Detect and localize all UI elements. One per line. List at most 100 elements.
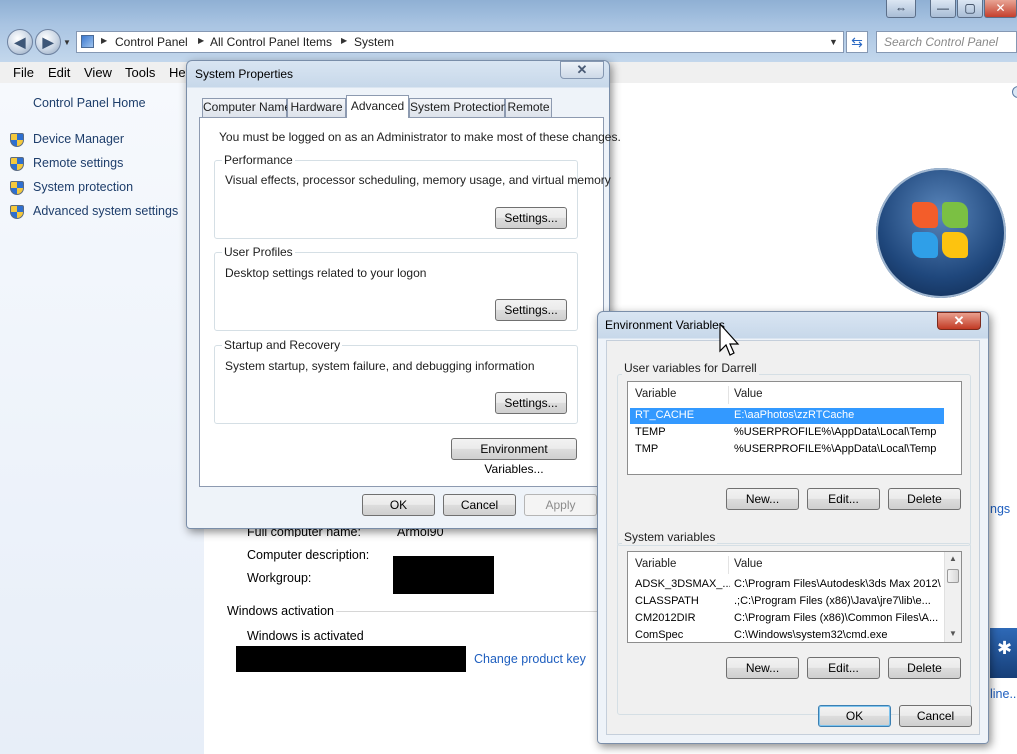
chevron-right-icon[interactable]: ▶: [101, 36, 107, 45]
close-button[interactable]: ✕: [560, 61, 604, 79]
system-protection-link[interactable]: System protection: [33, 180, 133, 194]
column-header-variable[interactable]: Variable: [635, 388, 676, 400]
user-variables-list[interactable]: Variable Value RT_CACHE E:\aaPhotos\zzRT…: [627, 381, 962, 475]
learn-more-online-link[interactable]: line..: [990, 687, 1016, 701]
startup-recovery-description: System startup, system failure, and debu…: [225, 359, 535, 373]
dialog-title: Environment Variables: [605, 318, 725, 332]
variable-name: ComSpec: [635, 629, 684, 641]
system-variable-row[interactable]: CM2012DIR C:\Program Files (x86)\Common …: [630, 611, 942, 627]
shield-icon: [10, 133, 24, 147]
scrollbar[interactable]: ▲ ▼: [944, 552, 961, 642]
variable-value: C:\Windows\system32\cmd.exe: [734, 629, 888, 641]
minimize-button[interactable]: —: [930, 0, 956, 18]
change-settings-link[interactable]: ngs: [990, 502, 1010, 516]
scroll-down-icon[interactable]: ▼: [949, 629, 957, 638]
recent-pages-dropdown-icon[interactable]: ▼: [63, 38, 71, 47]
menu-tools[interactable]: Tools: [125, 65, 155, 80]
refresh-icon[interactable]: ⇆: [846, 31, 868, 53]
env-cancel-button[interactable]: Cancel: [899, 705, 972, 727]
system-variable-row[interactable]: CLASSPATH .;C:\Program Files (x86)\Java\…: [630, 594, 942, 610]
variable-value: C:\Program Files (x86)\Common Files\A...: [734, 612, 939, 624]
section-divider: [336, 611, 598, 612]
breadcrumb-control-panel[interactable]: Control Panel: [115, 35, 188, 49]
search-input[interactable]: Search Control Panel: [876, 31, 1017, 53]
user-edit-button[interactable]: Edit...: [807, 488, 880, 510]
column-header-variable[interactable]: Variable: [635, 558, 676, 570]
cancel-button[interactable]: Cancel: [443, 494, 516, 516]
advanced-tab-panel: You must be logged on as an Administrato…: [199, 117, 621, 487]
user-profiles-label: User Profiles: [222, 245, 295, 259]
variable-name: TMP: [635, 443, 659, 455]
windows-activation-heading: Windows activation: [227, 604, 334, 618]
redacted-block: [393, 556, 494, 594]
column-header-value[interactable]: Value: [734, 388, 763, 400]
mouse-cursor-icon: [719, 323, 740, 356]
address-bar[interactable]: ▶ Control Panel ▶ All Control Panel Item…: [76, 31, 844, 53]
apply-button[interactable]: Apply: [524, 494, 597, 516]
environment-variables-button[interactable]: Environment Variables...: [451, 438, 577, 476]
ok-button[interactable]: OK: [362, 494, 435, 516]
restore-icon[interactable]: ⇔: [886, 0, 916, 18]
system-variables-label: System variables: [622, 530, 718, 544]
device-manager-link[interactable]: Device Manager: [33, 132, 124, 146]
column-header-value[interactable]: Value: [734, 558, 763, 570]
menu-file[interactable]: File: [13, 65, 34, 80]
genuine-badge: ✱: [990, 628, 1017, 678]
user-variable-row[interactable]: TMP %USERPROFILE%\AppData\Local\Temp: [630, 442, 944, 458]
column-divider[interactable]: [728, 386, 729, 404]
breadcrumb-all-items[interactable]: All Control Panel Items: [210, 35, 332, 49]
performance-settings-button[interactable]: Settings...: [495, 207, 567, 229]
column-divider[interactable]: [728, 556, 729, 574]
variable-value: C:\Program Files\Autodesk\3ds Max 2012\: [734, 578, 941, 590]
system-new-button[interactable]: New...: [726, 657, 799, 679]
variable-name: RT_CACHE: [635, 409, 695, 421]
advanced-system-settings-link[interactable]: Advanced system settings: [33, 204, 178, 218]
tab-advanced[interactable]: Advanced: [346, 95, 409, 118]
shield-icon: [10, 205, 24, 219]
tab-remote[interactable]: Remote: [505, 98, 552, 117]
user-variable-row[interactable]: RT_CACHE E:\aaPhotos\zzRTCache: [630, 408, 944, 424]
computer-description-label: Computer description:: [247, 548, 370, 562]
chevron-down-icon[interactable]: ▼: [829, 37, 838, 47]
forward-arrow-icon[interactable]: ▶: [35, 29, 61, 55]
tab-computer-name[interactable]: Computer Name: [202, 98, 291, 117]
control-panel-home-link[interactable]: Control Panel Home: [33, 96, 146, 110]
logo-flag-red: [912, 202, 938, 228]
menu-help[interactable]: He: [169, 65, 186, 80]
user-variable-row[interactable]: TEMP %USERPROFILE%\AppData\Local\Temp: [630, 425, 944, 441]
system-variables-list[interactable]: Variable Value ADSK_3DSMAX_... C:\Progra…: [627, 551, 962, 643]
remote-settings-link[interactable]: Remote settings: [33, 156, 123, 170]
close-button[interactable]: ✕: [984, 0, 1017, 18]
startup-recovery-settings-button[interactable]: Settings...: [495, 392, 567, 414]
system-variable-row[interactable]: ADSK_3DSMAX_... C:\Program Files\Autodes…: [630, 577, 942, 593]
system-edit-button[interactable]: Edit...: [807, 657, 880, 679]
tab-system-protection[interactable]: System Protection: [409, 98, 507, 117]
menu-edit[interactable]: Edit: [48, 65, 70, 80]
user-profiles-settings-button[interactable]: Settings...: [495, 299, 567, 321]
system-variable-row[interactable]: ComSpec C:\Windows\system32\cmd.exe: [630, 628, 942, 642]
chevron-right-icon[interactable]: ▶: [198, 36, 204, 45]
performance-description: Visual effects, processor scheduling, me…: [225, 173, 611, 187]
breadcrumb-system[interactable]: System: [354, 35, 394, 49]
logo-flag-yellow: [942, 232, 968, 258]
scroll-thumb[interactable]: [947, 569, 959, 583]
variable-name: CLASSPATH: [635, 595, 699, 607]
user-delete-button[interactable]: Delete: [888, 488, 961, 510]
back-arrow-icon[interactable]: ◀: [7, 29, 33, 55]
change-product-key-link[interactable]: Change product key: [474, 652, 586, 666]
user-new-button[interactable]: New...: [726, 488, 799, 510]
maximize-button[interactable]: ▢: [957, 0, 983, 18]
help-icon[interactable]: [1012, 86, 1017, 98]
close-button[interactable]: ✕: [937, 312, 981, 330]
chevron-right-icon[interactable]: ▶: [341, 36, 347, 45]
env-vars-body: User variables for Darrell Variable Valu…: [606, 340, 980, 735]
logo-flag-blue: [912, 232, 938, 258]
scroll-up-icon[interactable]: ▲: [949, 554, 957, 563]
tab-hardware[interactable]: Hardware: [287, 98, 346, 117]
menu-view[interactable]: View: [84, 65, 112, 80]
system-delete-button[interactable]: Delete: [888, 657, 961, 679]
environment-variables-dialog: Environment Variables ✕ User variables f…: [597, 311, 989, 744]
env-ok-button[interactable]: OK: [818, 705, 891, 727]
dialog-title: System Properties: [195, 67, 294, 81]
control-panel-icon: [81, 35, 94, 48]
